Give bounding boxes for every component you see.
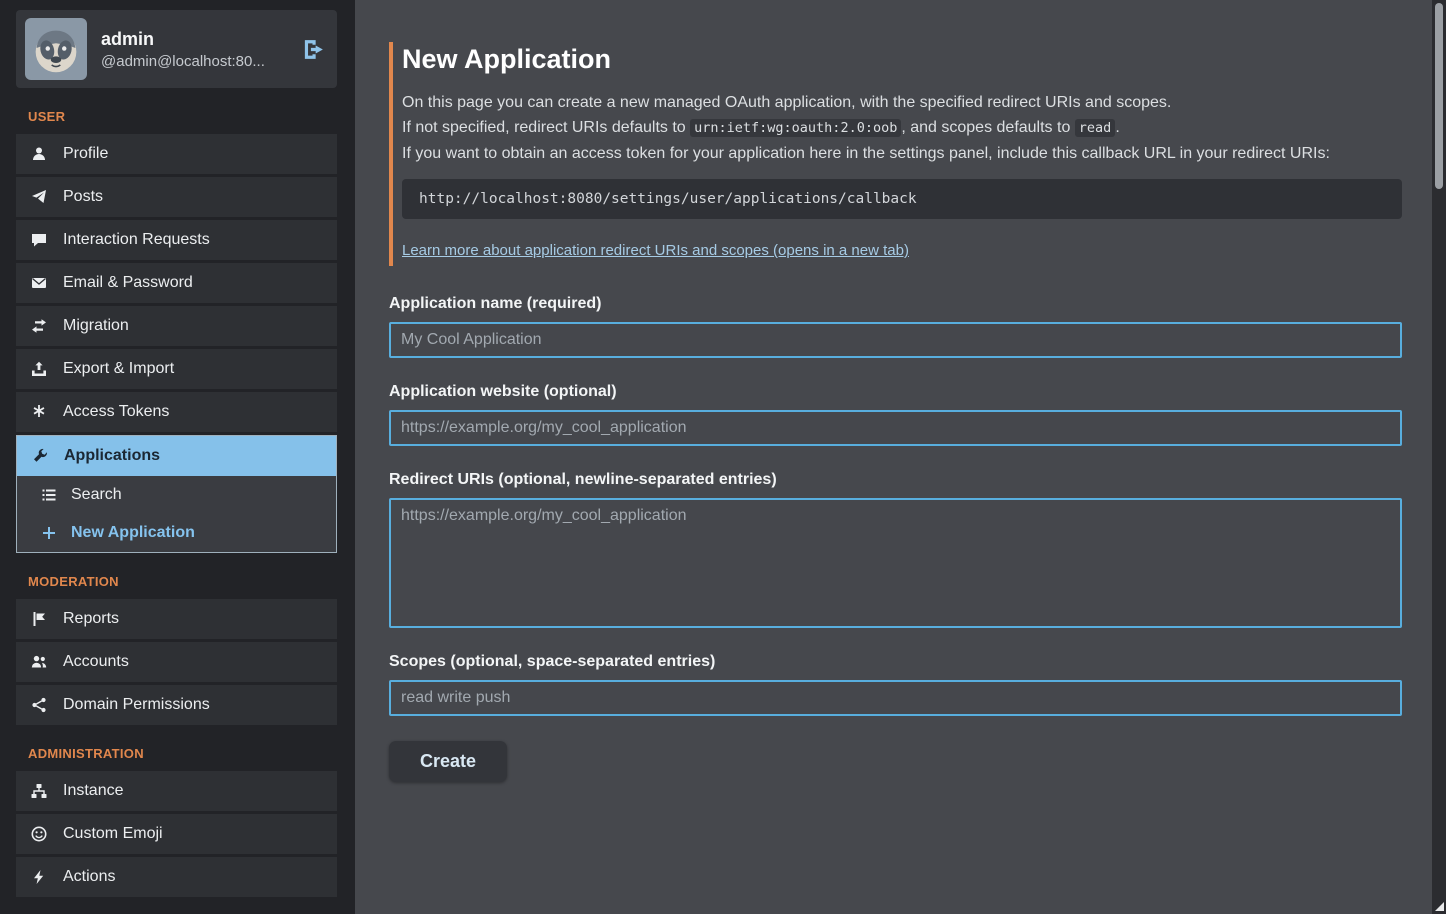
scroll-corner bbox=[1435, 902, 1444, 911]
sidebar-item-export-import[interactable]: Export & Import bbox=[16, 349, 337, 389]
user-icon bbox=[30, 146, 48, 162]
intro-line-2-mid: , and scopes defaults to bbox=[901, 119, 1074, 136]
sidebar-item-reports[interactable]: Reports bbox=[16, 599, 337, 639]
new-application-form: Application name (required) Application … bbox=[389, 295, 1402, 782]
list-icon bbox=[40, 487, 58, 503]
nav-label: Access Tokens bbox=[63, 403, 169, 421]
paper-plane-icon bbox=[30, 189, 48, 205]
nav-label: Posts bbox=[63, 188, 103, 206]
nav-label: Email & Password bbox=[63, 274, 193, 292]
user-card[interactable]: admin @admin@localhost:80... bbox=[16, 10, 337, 88]
sidebar-item-accounts[interactable]: Accounts bbox=[16, 642, 337, 682]
sidebar-item-domain-permissions[interactable]: Domain Permissions bbox=[16, 685, 337, 725]
oob-inline-code: urn:ietf:wg:oauth:2.0:oob bbox=[690, 119, 901, 137]
nav-label: Accounts bbox=[63, 653, 129, 671]
sidebar: admin @admin@localhost:80... USER Profil… bbox=[0, 0, 355, 914]
sidebar-item-custom-emoji[interactable]: Custom Emoji bbox=[16, 814, 337, 854]
intro-line-2-end: . bbox=[1115, 119, 1119, 136]
nav-label: Migration bbox=[63, 317, 129, 335]
application-name-label: Application name (required) bbox=[389, 295, 1402, 313]
flag-icon bbox=[30, 611, 48, 627]
nav-label: Actions bbox=[63, 868, 115, 886]
smiley-icon bbox=[30, 826, 48, 842]
nav-label: Interaction Requests bbox=[63, 231, 210, 249]
sitemap-icon bbox=[30, 783, 48, 799]
user-handle: @admin@localhost:80... bbox=[101, 53, 265, 70]
user-name: admin bbox=[101, 29, 265, 50]
tools-icon bbox=[31, 448, 49, 464]
sidebar-item-interaction-requests[interactable]: Interaction Requests bbox=[16, 220, 337, 260]
nav-label: New Application bbox=[71, 524, 195, 542]
read-inline-code: read bbox=[1075, 119, 1116, 137]
bolt-icon bbox=[30, 869, 48, 885]
share-nodes-icon bbox=[30, 697, 48, 713]
intro-line-2-pre: If not specified, redirect URIs defaults… bbox=[402, 119, 690, 136]
applications-subnav: Search New Application bbox=[17, 476, 336, 552]
application-name-input[interactable] bbox=[389, 322, 1402, 358]
scopes-label: Scopes (optional, space-separated entrie… bbox=[389, 653, 1402, 671]
nav-label: Custom Emoji bbox=[63, 825, 163, 843]
nav-label: Search bbox=[71, 486, 122, 504]
redirect-uris-label: Redirect URIs (optional, newline-separat… bbox=[389, 471, 1402, 489]
export-icon bbox=[30, 361, 48, 377]
nav-label: Reports bbox=[63, 610, 119, 628]
nav-section-user: USER bbox=[28, 109, 337, 124]
envelope-icon bbox=[30, 275, 48, 291]
application-website-label: Application website (optional) bbox=[389, 383, 1402, 401]
sidebar-item-new-application[interactable]: New Application bbox=[17, 514, 336, 552]
settings-app: admin @admin@localhost:80... USER Profil… bbox=[0, 0, 1446, 914]
sidebar-item-actions[interactable]: Actions bbox=[16, 857, 337, 897]
scrollbar-thumb[interactable] bbox=[1435, 3, 1443, 189]
logout-icon[interactable] bbox=[302, 38, 325, 61]
sidebar-item-profile[interactable]: Profile bbox=[16, 134, 337, 174]
intro-line-2: If not specified, redirect URIs defaults… bbox=[402, 115, 1402, 141]
nav-label: Profile bbox=[63, 145, 108, 163]
speech-bubble-icon bbox=[30, 232, 48, 248]
vertical-scrollbar[interactable] bbox=[1432, 0, 1446, 914]
callback-url-codeblock: http://localhost:8080/settings/user/appl… bbox=[402, 179, 1402, 219]
page-title: New Application bbox=[402, 44, 1402, 75]
nav-label: Instance bbox=[63, 782, 123, 800]
applications-group: Applications Search New Application bbox=[16, 435, 337, 553]
sidebar-item-email-password[interactable]: Email & Password bbox=[16, 263, 337, 303]
nav-section-administration: ADMINISTRATION bbox=[28, 746, 337, 761]
swap-arrows-icon bbox=[30, 318, 48, 334]
plus-icon bbox=[40, 525, 58, 541]
sidebar-item-instance[interactable]: Instance bbox=[16, 771, 337, 811]
application-website-input[interactable] bbox=[389, 410, 1402, 446]
nav-label: Applications bbox=[64, 447, 160, 465]
sidebar-item-posts[interactable]: Posts bbox=[16, 177, 337, 217]
sidebar-item-applications[interactable]: Applications bbox=[17, 436, 336, 476]
page-header: New Application On this page you can cre… bbox=[389, 42, 1402, 266]
users-icon bbox=[30, 654, 48, 670]
learn-more-link[interactable]: Learn more about application redirect UR… bbox=[402, 242, 909, 259]
intro-line-1: On this page you can create a new manage… bbox=[402, 90, 1402, 115]
redirect-uris-textarea[interactable] bbox=[389, 498, 1402, 628]
nav-section-moderation: MODERATION bbox=[28, 574, 337, 589]
token-icon bbox=[30, 404, 48, 420]
nav-label: Domain Permissions bbox=[63, 696, 210, 714]
nav-label: Export & Import bbox=[63, 360, 174, 378]
main-panel: New Application On this page you can cre… bbox=[355, 0, 1446, 914]
sidebar-nav: USER Profile Posts Interaction Requests bbox=[16, 109, 337, 897]
sidebar-item-migration[interactable]: Migration bbox=[16, 306, 337, 346]
user-meta: admin @admin@localhost:80... bbox=[101, 29, 265, 70]
scopes-input[interactable] bbox=[389, 680, 1402, 716]
sidebar-item-applications-search[interactable]: Search bbox=[17, 476, 336, 514]
create-button[interactable]: Create bbox=[389, 741, 507, 782]
intro-line-3: If you want to obtain an access token fo… bbox=[402, 141, 1402, 166]
sidebar-item-access-tokens[interactable]: Access Tokens bbox=[16, 392, 337, 432]
sloth-avatar bbox=[25, 18, 87, 80]
